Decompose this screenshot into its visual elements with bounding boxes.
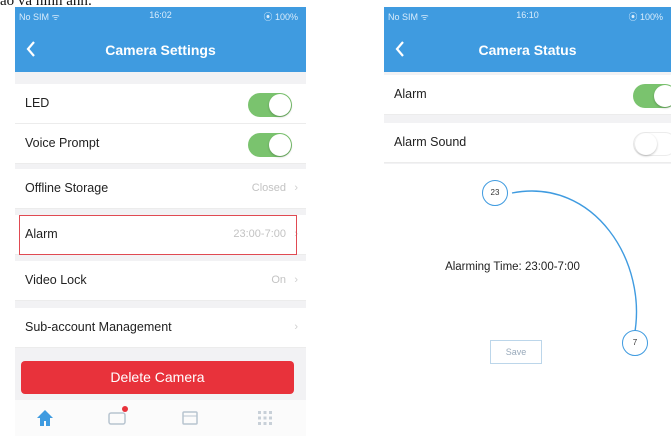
devices-icon[interactable] <box>180 408 200 428</box>
save-button[interactable]: Save <box>490 340 542 364</box>
led-toggle[interactable] <box>248 93 292 117</box>
status-bar: No SIM ᯤ 16:02 ⦿ 100% <box>15 7 306 27</box>
alarming-time-label: Alarming Time: 23:00-7:00 <box>445 261 580 273</box>
settings-row-sub-account[interactable]: Sub-account Management › <box>15 308 306 348</box>
more-grid-icon[interactable] <box>255 408 275 428</box>
status-row-alarm: Alarm <box>384 75 671 115</box>
carrier-label: No SIM ᯤ <box>19 12 60 22</box>
delete-camera-button[interactable]: Delete Camera <box>21 361 294 394</box>
battery-label: ⦿ 100% <box>263 12 298 22</box>
nav-bar: Camera Settings <box>15 27 306 72</box>
row-label: Sub-account Management <box>25 320 172 334</box>
chevron-right-icon: › <box>294 321 298 333</box>
camera-settings-screen: No SIM ᯤ 16:02 ⦿ 100% Camera Settings LE… <box>15 7 306 436</box>
page-title: Camera Status <box>478 42 577 58</box>
battery-label: ⦿ 100% <box>628 12 663 22</box>
status-bar: No SIM ᯤ 16:10 ⦿ 100% <box>384 7 671 27</box>
message-tab[interactable] <box>107 406 128 428</box>
row-label: LED <box>25 96 50 110</box>
alarm-time-panel <box>384 164 671 436</box>
row-label: Voice Prompt <box>25 136 100 150</box>
settings-row-led: LED <box>15 84 306 124</box>
chevron-right-icon: › <box>294 182 298 194</box>
row-label: Alarm Sound <box>394 135 467 149</box>
voice-prompt-toggle[interactable] <box>248 133 292 157</box>
status-row-alarm-sound: Alarm Sound <box>384 123 671 163</box>
nav-bar: Camera Status <box>384 27 671 72</box>
tab-bar <box>15 400 306 436</box>
toggle-knob <box>635 133 657 155</box>
page-title: Camera Settings <box>105 42 216 58</box>
toggle-knob <box>654 85 671 107</box>
settings-row-voice-prompt: Voice Prompt <box>15 124 306 164</box>
start-time-handle[interactable]: 23 <box>482 180 508 206</box>
home-icon[interactable] <box>35 408 55 428</box>
carrier-label: No SIM ᯤ <box>388 12 429 22</box>
row-value: Closed <box>251 182 286 194</box>
camera-status-screen: No SIM ᯤ 16:10 ⦿ 100% Camera Status Alar… <box>384 7 671 436</box>
settings-row-offline-storage[interactable]: Offline Storage Closed › <box>15 169 306 209</box>
clock-label: 16:02 <box>149 10 172 20</box>
row-value: On <box>271 274 286 286</box>
end-time-handle[interactable]: 7 <box>622 330 648 356</box>
alarm-sound-toggle[interactable] <box>633 132 671 156</box>
row-label: Offline Storage <box>25 181 109 195</box>
settings-row-video-lock[interactable]: Video Lock On › <box>15 261 306 301</box>
toggle-knob <box>269 94 291 116</box>
notification-dot <box>122 406 128 412</box>
chevron-right-icon: › <box>294 274 298 286</box>
alarm-row-highlight <box>19 215 297 255</box>
toggle-knob <box>269 134 291 156</box>
row-label: Alarm <box>394 87 427 101</box>
alarm-toggle[interactable] <box>633 84 671 108</box>
row-label: Video Lock <box>25 273 87 287</box>
clock-label: 16:10 <box>516 10 539 20</box>
